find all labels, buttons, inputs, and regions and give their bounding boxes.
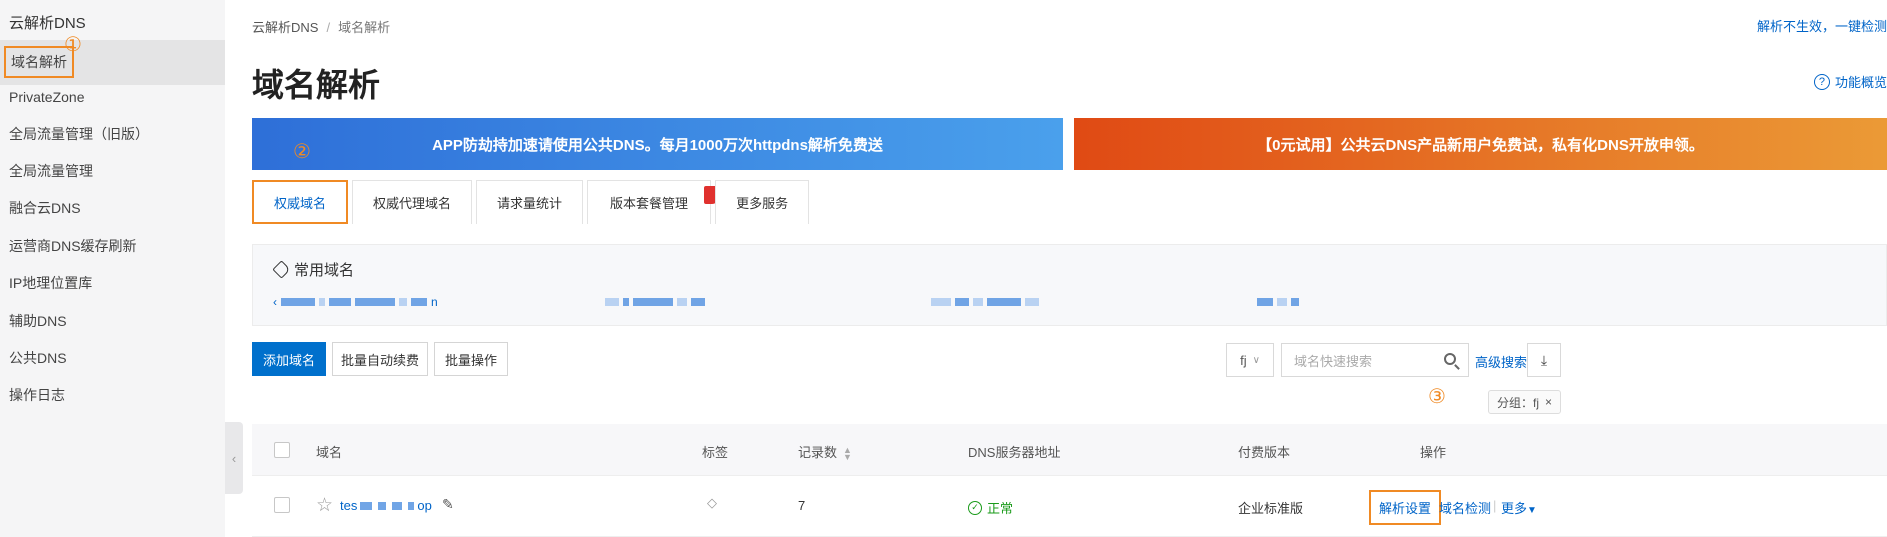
favorite-domain-suffix: n	[431, 295, 438, 309]
step-marker-2: ②	[293, 139, 311, 163]
favorite-domain-prefix: ‹	[273, 295, 277, 309]
more-label: 更多	[1501, 501, 1528, 516]
column-tag: 标签	[702, 445, 729, 460]
sidebar-item-label: 操作日志	[9, 387, 65, 403]
add-domain-button[interactable]: 添加域名	[252, 342, 326, 376]
promo-banner-httpdns[interactable]: APP防劫持加速请使用公共DNS。每月1000万次httpdns解析免费送	[252, 118, 1063, 170]
record-count: 7	[798, 498, 806, 513]
breadcrumb-current: 域名解析	[338, 20, 391, 35]
step-marker-1: ①	[64, 32, 82, 56]
search-placeholder: 域名快速搜索	[1294, 353, 1373, 369]
breadcrumb-separator: /	[326, 20, 331, 35]
divider: |	[1493, 498, 1497, 513]
row-checkbox[interactable]	[274, 497, 290, 513]
promo-banner-trial[interactable]: 【0元试用】公共云DNS产品新用户免费试，私有化DNS开放申领。	[1074, 118, 1887, 170]
dns-status-label: 正常	[987, 501, 1014, 516]
group-select-value: fj	[1240, 352, 1247, 368]
batch-auto-renew-button[interactable]: 批量自动续费	[332, 342, 428, 376]
domain-check-link[interactable]: 域名检测	[1439, 498, 1491, 517]
group-select[interactable]: fj ∨	[1226, 343, 1274, 377]
sidebar-collapse-handle[interactable]: ‹	[225, 422, 243, 494]
close-icon[interactable]: ×	[1545, 395, 1552, 409]
sort-icon[interactable]: ▲ ▼	[843, 445, 852, 461]
step-marker-3: ③	[1428, 384, 1446, 408]
caret-down-icon: ▼	[1527, 505, 1537, 516]
sidebar-title: 云解析DNS	[9, 15, 86, 32]
column-domain: 域名	[316, 445, 343, 460]
domain-name-link[interactable]: tes op	[340, 498, 432, 513]
chevron-left-icon: ‹	[231, 450, 237, 466]
breadcrumb: 云解析DNS / 域名解析	[252, 17, 390, 36]
feature-overview-label: 功能概览	[1834, 75, 1887, 90]
tab-label: 版本套餐管理	[610, 196, 689, 211]
group-filter-tag[interactable]: 分组：fj ×	[1488, 390, 1562, 414]
tab-label: 请求量统计	[497, 196, 563, 211]
favorite-domains-title: 常用域名	[272, 259, 355, 280]
tab-label: 权威代理域名	[373, 196, 452, 211]
dns-status: ✓ 正常	[968, 498, 1013, 517]
tab-request-stats[interactable]: 请求量统计	[476, 180, 584, 224]
domain-name-suffix: op	[417, 498, 432, 513]
tab-more-services[interactable]: 更多服务	[715, 180, 810, 224]
sidebar: 云解析DNS 域名解析 ① PrivateZone 全局流量管理（旧版） 全局流…	[0, 0, 225, 537]
table-row: ☆ tes op ✎ ◇ 7 ✓ 正常 企业标准版 解析设置 域名检测 | 更多▼	[252, 476, 1887, 537]
one-click-check-link[interactable]: 解析不生效，一键检测	[1757, 16, 1887, 35]
more-dropdown[interactable]: 更多▼	[1501, 498, 1537, 517]
favorite-domain-item[interactable]	[1257, 297, 1299, 307]
sidebar-item-operation-log[interactable]: 操作日志	[0, 373, 225, 418]
favorite-domain-item[interactable]	[931, 297, 1039, 307]
favorite-domain-item[interactable]	[605, 297, 705, 307]
tab-label: 更多服务	[736, 196, 789, 211]
batch-operations-button[interactable]: 批量操作	[434, 342, 508, 376]
tab-authoritative-proxy[interactable]: 权威代理域名	[352, 180, 473, 224]
group-filter-label: 分组：fj	[1497, 395, 1540, 410]
download-icon[interactable]: ⤓	[1527, 343, 1561, 377]
edit-icon[interactable]: ✎	[442, 496, 454, 513]
select-all-checkbox[interactable]	[274, 442, 290, 458]
favorite-domain-item[interactable]: ‹ n	[273, 295, 438, 309]
domain-search-input[interactable]: 域名快速搜索	[1281, 343, 1469, 377]
tag-icon[interactable]: ◇	[707, 495, 717, 511]
tab-label: 权威域名	[274, 195, 327, 211]
star-icon[interactable]: ☆	[316, 494, 333, 517]
column-edition: 付费版本	[1238, 445, 1291, 460]
favorite-domains-label: 常用域名	[294, 262, 355, 279]
page-title: 域名解析	[252, 67, 381, 103]
breadcrumb-root[interactable]: 云解析DNS	[252, 20, 318, 35]
chevron-down-icon: ∨	[1252, 354, 1260, 366]
favorite-domains-panel: 常用域名 ‹ n	[252, 244, 1887, 326]
column-dns-servers: DNS服务器地址	[968, 445, 1061, 460]
check-icon: ✓	[968, 500, 982, 515]
main-content: 云解析DNS / 域名解析 解析不生效，一键检测 域名解析 ? 功能概览 APP防劫持…	[252, 0, 1887, 537]
tab-authoritative-domains[interactable]: 权威域名	[252, 180, 349, 224]
resolution-settings-link[interactable]: 解析设置	[1369, 490, 1442, 525]
tab-plan-management[interactable]: 版本套餐管理	[587, 180, 719, 224]
search-icon[interactable]	[1444, 353, 1456, 365]
help-icon: ?	[1813, 73, 1830, 90]
column-records-label: 记录数	[798, 445, 838, 460]
table-header: 域名 标签 记录数 ▲ ▼ DNS服务器地址 付费版本 操作	[252, 424, 1887, 476]
tab-bar: 权威域名 权威代理域名 请求量统计 版本套餐管理 更多服务	[252, 180, 813, 224]
domain-name-prefix: tes	[340, 498, 358, 513]
paid-edition: 企业标准版	[1238, 501, 1304, 516]
column-records[interactable]: 记录数 ▲ ▼	[798, 442, 852, 461]
tag-icon	[272, 260, 291, 279]
advanced-search-link[interactable]: 高级搜索	[1475, 352, 1527, 371]
feature-overview-link[interactable]: ? 功能概览	[1813, 72, 1887, 91]
column-operations: 操作	[1420, 445, 1447, 460]
